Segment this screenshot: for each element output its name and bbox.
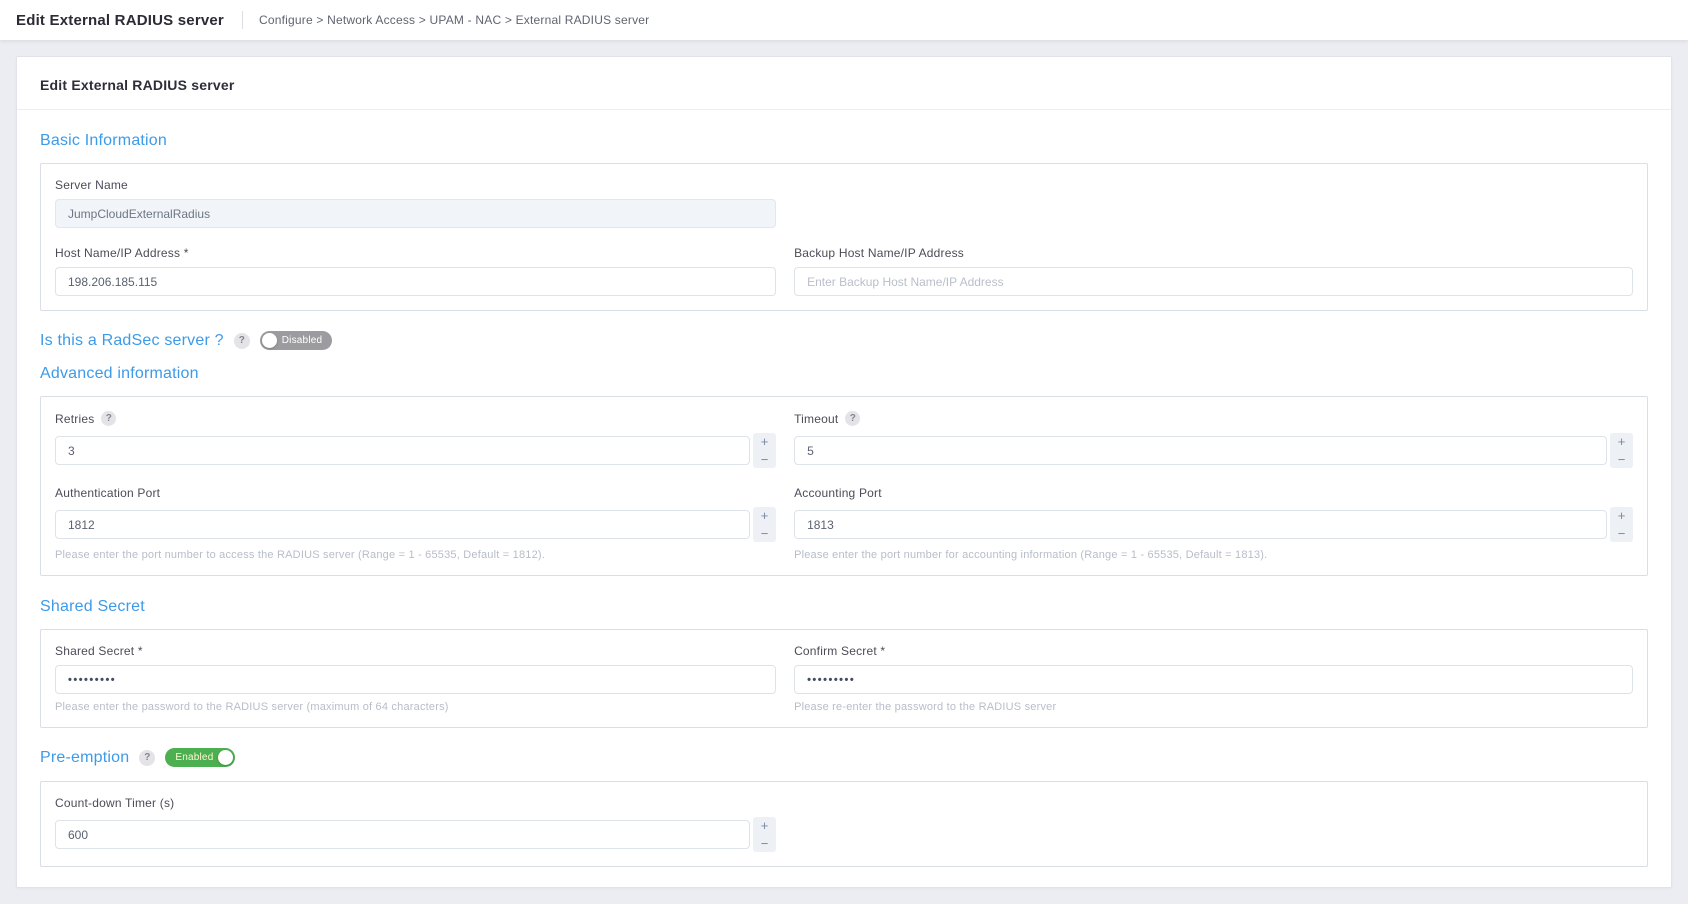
card-header: Edit External RADIUS server (17, 57, 1671, 110)
confirm-secret-helper: Please re-enter the password to the RADI… (794, 701, 1633, 713)
preemption-panel: Count-down Timer (s) + − (40, 781, 1648, 867)
countdown-timer-decrement-button[interactable]: − (753, 835, 776, 853)
countdown-timer-label: Count-down Timer (s) (55, 796, 776, 810)
radsec-toggle-label: Disabled (282, 335, 323, 346)
radsec-toggle-knob (262, 333, 277, 348)
countdown-timer-stepper: + − (753, 817, 776, 852)
shared-secret-input[interactable] (55, 665, 776, 694)
retries-decrement-button[interactable]: − (753, 451, 776, 469)
timeout-decrement-button[interactable]: − (1610, 451, 1633, 469)
authentication-port-field-group: Authentication Port + − Please enter the… (55, 486, 776, 561)
countdown-timer-input[interactable] (55, 820, 750, 849)
retries-input[interactable] (55, 436, 750, 465)
card-body: Basic Information Server Name Host Name/… (17, 132, 1671, 887)
advanced-information-panel: Retries ? + − Timeout (40, 396, 1648, 576)
authentication-port-input[interactable] (55, 510, 750, 539)
basic-information-panel: Server Name Host Name/IP Address * Backu… (40, 163, 1648, 311)
breadcrumb[interactable]: Configure > Network Access > UPAM - NAC … (259, 13, 649, 27)
authentication-port-stepper: + − (753, 507, 776, 542)
timeout-field-group: Timeout ? + − (794, 411, 1633, 468)
countdown-timer-increment-button[interactable]: + (753, 817, 776, 835)
radsec-toggle[interactable]: Disabled (260, 331, 333, 350)
authentication-port-helper: Please enter the port number to access t… (55, 549, 776, 561)
timeout-label: Timeout (794, 412, 838, 426)
shared-secret-helper: Please enter the password to the RADIUS … (55, 701, 776, 713)
shared-secret-field-group: Shared Secret * Please enter the passwor… (55, 644, 776, 713)
section-heading-advanced-information: Advanced information (40, 365, 1648, 383)
section-heading-shared-secret: Shared Secret (40, 598, 1648, 616)
accounting-port-stepper: + − (1610, 507, 1633, 542)
host-name-input[interactable] (55, 267, 776, 296)
shared-secret-label: Shared Secret * (55, 644, 776, 658)
retries-help-icon[interactable]: ? (101, 411, 116, 426)
retries-field-group: Retries ? + − (55, 411, 776, 468)
retries-label: Retries (55, 412, 94, 426)
confirm-secret-field-group: Confirm Secret * Please re-enter the pas… (794, 644, 1633, 713)
authentication-port-label: Authentication Port (55, 486, 776, 500)
section-heading-basic-information: Basic Information (40, 132, 1648, 150)
preemption-heading-row: Pre-emption ? Enabled (40, 748, 1648, 767)
confirm-secret-label: Confirm Secret * (794, 644, 1633, 658)
accounting-port-decrement-button[interactable]: − (1610, 525, 1633, 543)
section-heading-radsec: Is this a RadSec server ? (40, 332, 224, 350)
retries-stepper: + − (753, 433, 776, 468)
preemption-toggle-label: Enabled (175, 752, 213, 763)
countdown-timer-field-group: Count-down Timer (s) + − (55, 796, 776, 852)
server-name-field-group: Server Name (55, 178, 776, 228)
preemption-help-icon[interactable]: ? (139, 750, 155, 766)
host-name-label: Host Name/IP Address * (55, 246, 776, 260)
timeout-stepper: + − (1610, 433, 1633, 468)
server-name-input (55, 199, 776, 228)
accounting-port-input[interactable] (794, 510, 1607, 539)
accounting-port-field-group: Accounting Port + − Please enter the por… (794, 486, 1633, 561)
authentication-port-decrement-button[interactable]: − (753, 525, 776, 543)
backup-host-input[interactable] (794, 267, 1633, 296)
retries-increment-button[interactable]: + (753, 433, 776, 451)
header-divider (242, 11, 243, 29)
timeout-input[interactable] (794, 436, 1607, 465)
app-header: Edit External RADIUS server Configure > … (0, 0, 1688, 40)
server-name-label: Server Name (55, 178, 776, 192)
timeout-help-icon[interactable]: ? (845, 411, 860, 426)
radsec-heading-row: Is this a RadSec server ? ? Disabled (40, 331, 1648, 350)
timeout-increment-button[interactable]: + (1610, 433, 1633, 451)
backup-host-label: Backup Host Name/IP Address (794, 246, 1633, 260)
preemption-toggle[interactable]: Enabled (165, 748, 235, 767)
accounting-port-increment-button[interactable]: + (1610, 507, 1633, 525)
accounting-port-label: Accounting Port (794, 486, 1633, 500)
page-content: Edit External RADIUS server Basic Inform… (0, 40, 1688, 904)
shared-secret-panel: Shared Secret * Please enter the passwor… (40, 629, 1648, 728)
authentication-port-increment-button[interactable]: + (753, 507, 776, 525)
preemption-toggle-knob (218, 750, 233, 765)
card-title: Edit External RADIUS server (40, 77, 1648, 93)
host-field-group: Host Name/IP Address * (55, 246, 776, 296)
edit-radius-card: Edit External RADIUS server Basic Inform… (16, 56, 1672, 888)
page-title: Edit External RADIUS server (16, 12, 224, 29)
radsec-help-icon[interactable]: ? (234, 333, 250, 349)
backup-host-field-group: Backup Host Name/IP Address (794, 246, 1633, 296)
accounting-port-helper: Please enter the port number for account… (794, 549, 1633, 561)
confirm-secret-input[interactable] (794, 665, 1633, 694)
section-heading-preemption: Pre-emption (40, 749, 129, 767)
